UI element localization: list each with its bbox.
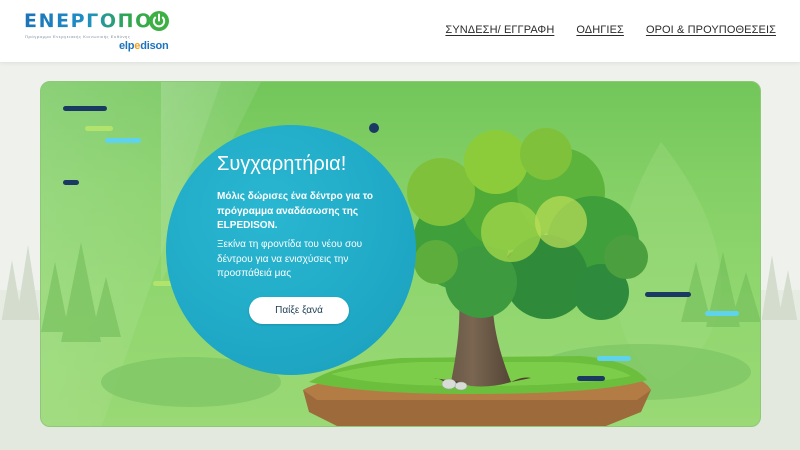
brand-start: elp (119, 40, 135, 52)
decor-dash (63, 180, 79, 185)
decor-dash (597, 356, 631, 361)
energopoio-logo[interactable]: ΕΝΕΡΓΟΠΟΙ Πρόγραμμα Ενεργειακής Κοινωνικ… (24, 9, 174, 55)
power-icon (149, 11, 169, 31)
tree-canopy (407, 128, 648, 320)
elpedison-logo: elpedison (119, 40, 169, 52)
site-header: ΕΝΕΡΓΟΠΟΙ Πρόγραμμα Ενεργειακής Κοινωνικ… (0, 0, 800, 62)
logo-title: ΕΝΕΡΓΟΠΟΙ (24, 10, 162, 32)
brand-end: dison (140, 40, 169, 52)
decor-dash (63, 106, 107, 111)
nav-terms[interactable]: ΟΡΟΙ & ΠΡΟΥΠΟΘΕΣΕΙΣ (646, 24, 776, 36)
decor-dash (105, 138, 141, 143)
decor-dash (705, 311, 739, 316)
nav-instructions[interactable]: ΟΔΗΓΙΕΣ (576, 24, 624, 36)
nav-login-register[interactable]: ΣΥΝΔΕΣΗ/ ΕΓΓΡΑΦΗ (445, 24, 554, 36)
congrats-headline: Συγχαρητήρια! (217, 153, 347, 175)
play-again-button[interactable]: Παίξε ξανά (249, 297, 349, 324)
logo-tagline: Πρόγραμμα Ενεργειακής Κοινωνικής Ευθύνης (25, 34, 131, 39)
donation-message: Μόλις δώρισες ένα δέντρο για το πρόγραμμ… (217, 191, 374, 231)
decor-dash (85, 126, 113, 131)
game-result-card (40, 81, 761, 427)
decor-dash (577, 376, 605, 381)
decor-dash (645, 292, 691, 297)
main-nav: ΣΥΝΔΕΣΗ/ ΕΓΓΡΑΦΗ ΟΔΗΓΙΕΣ ΟΡΟΙ & ΠΡΟΥΠΟΘΕ… (445, 24, 776, 36)
care-message: Ξεκίνα τη φροντίδα του νέου σου δέντρου … (217, 239, 363, 279)
